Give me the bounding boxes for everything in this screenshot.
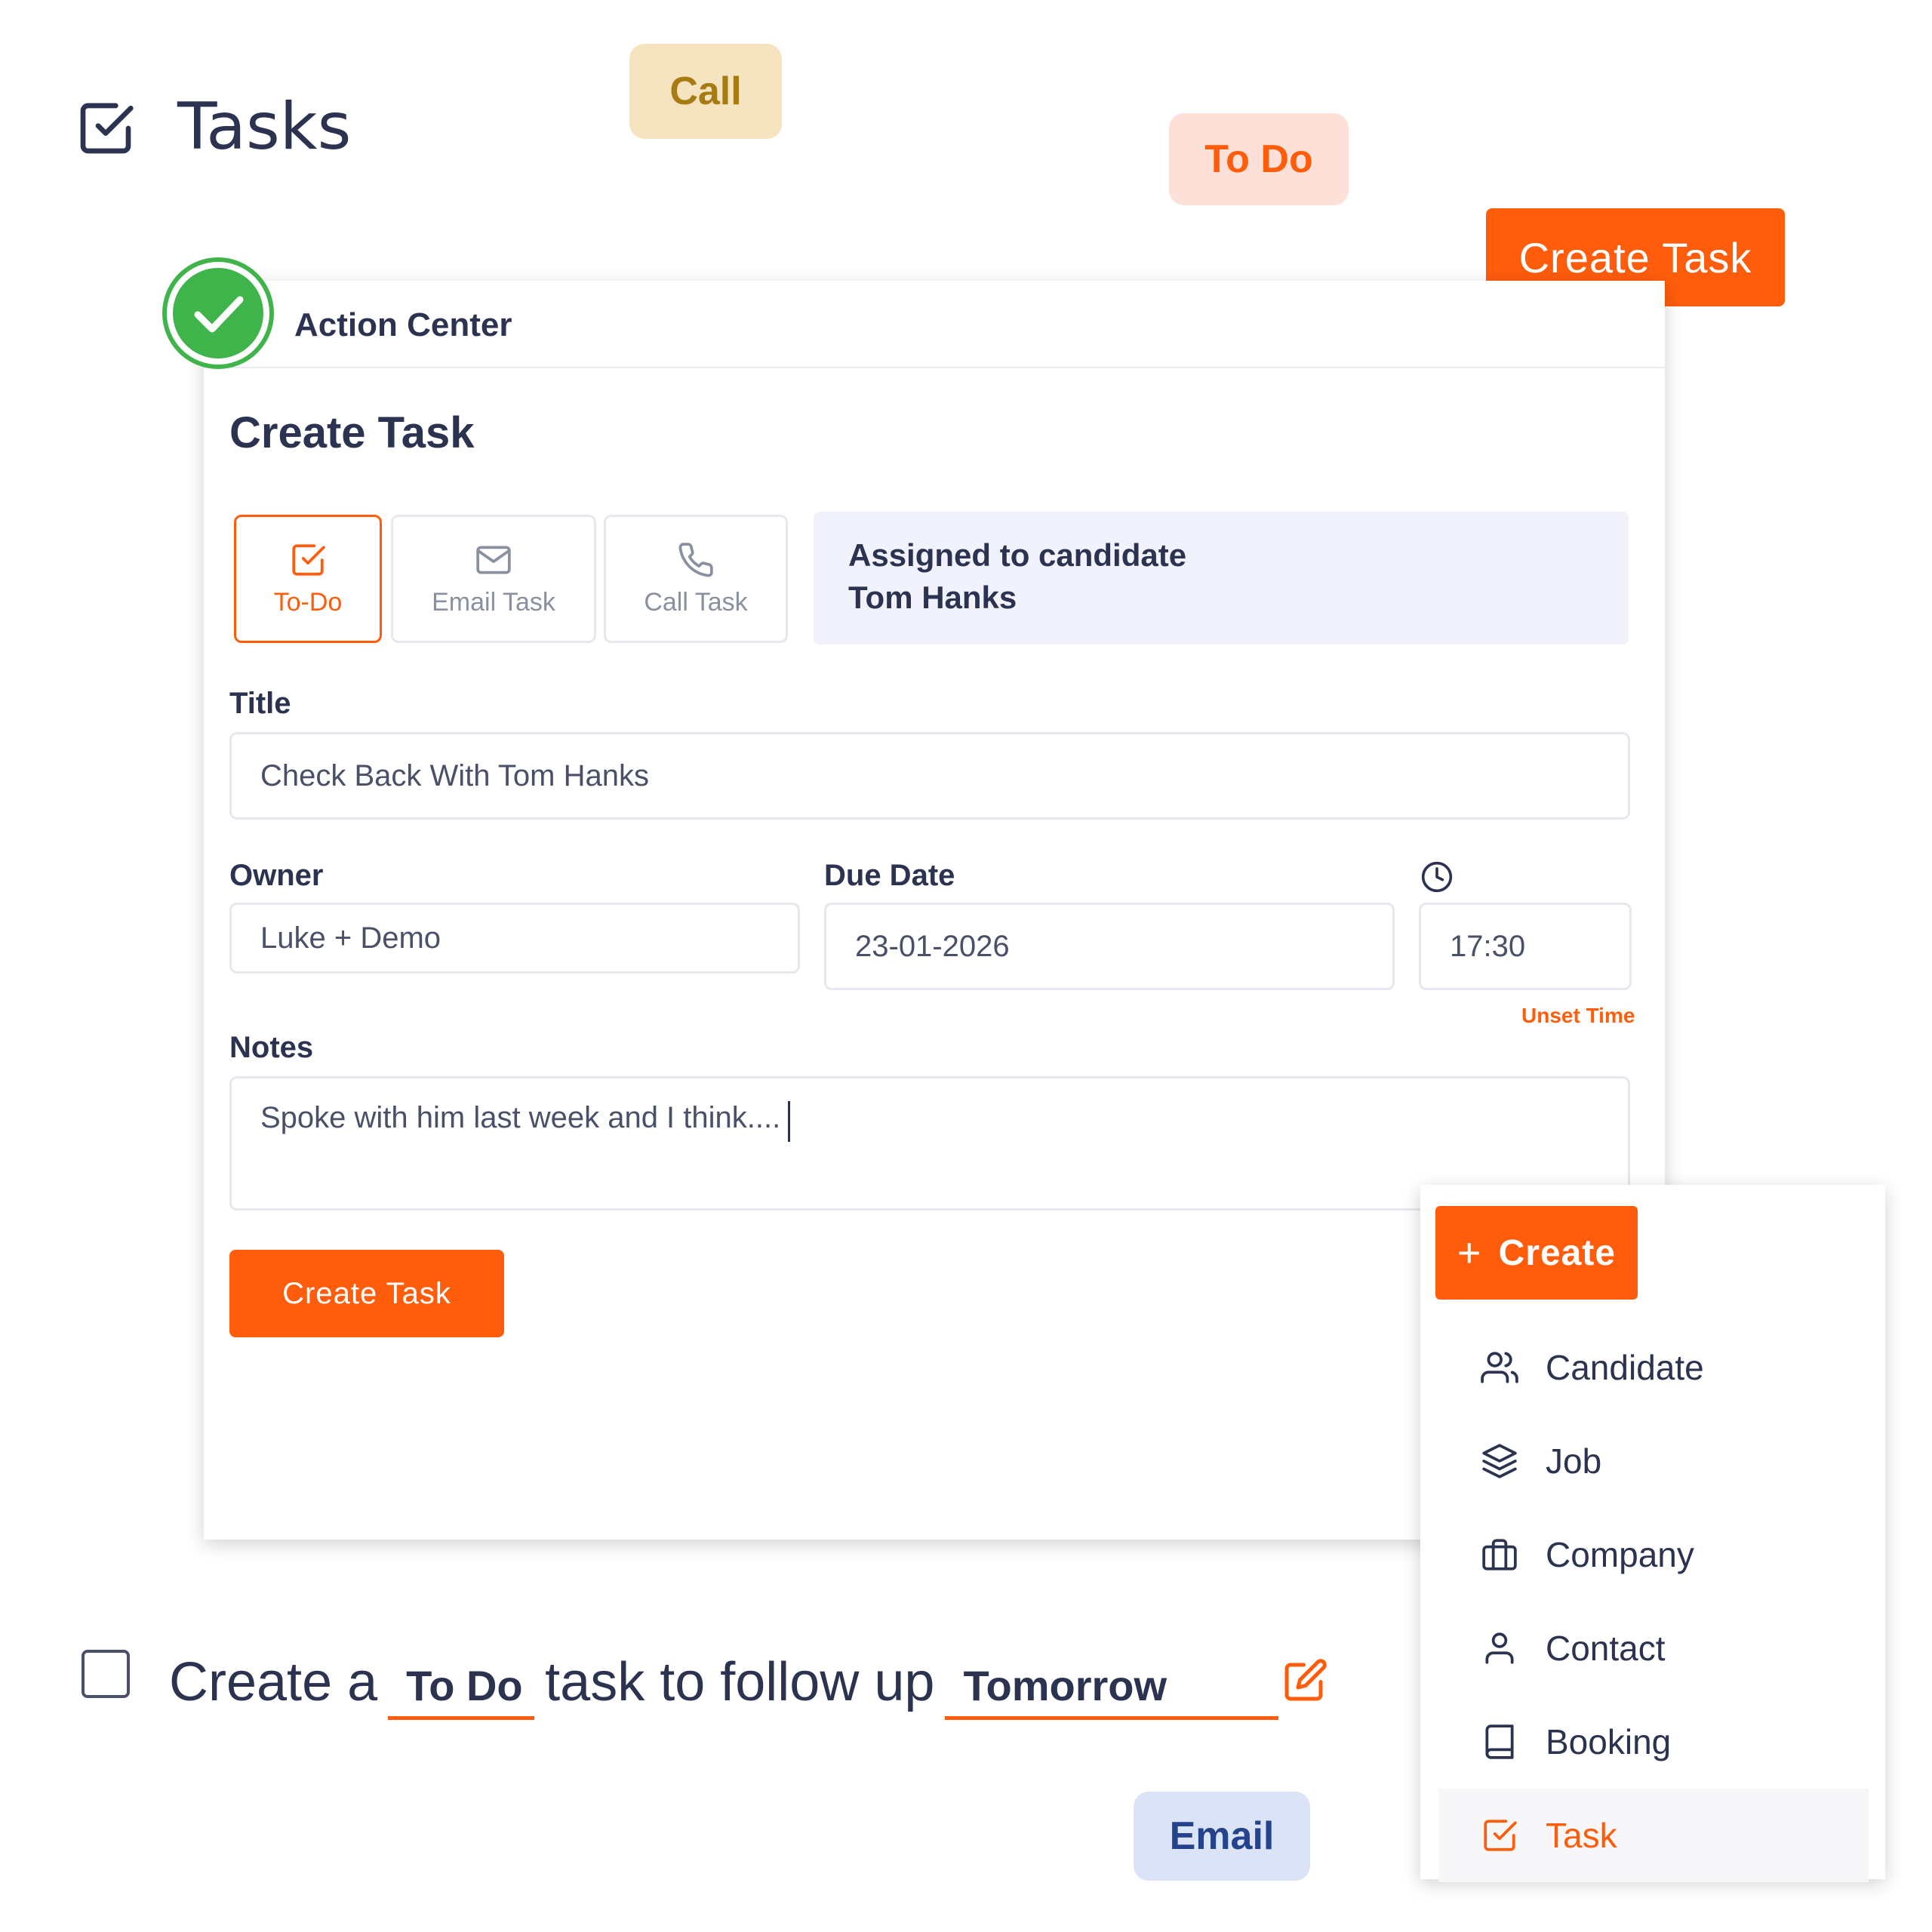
task-type-todo[interactable]: To-Do	[234, 515, 382, 643]
menu-item-contact[interactable]: Contact	[1438, 1601, 1869, 1695]
menu-item-task[interactable]: Task	[1438, 1789, 1869, 1882]
menu-create-label: Create	[1498, 1232, 1616, 1273]
sentence-part: Create a	[169, 1652, 378, 1712]
submit-create-task-button[interactable]: Create Task	[229, 1250, 504, 1337]
menu-item-label: Booking	[1546, 1722, 1672, 1761]
task-type-label: Email Task	[432, 587, 555, 617]
form-title: Create Task	[229, 408, 475, 457]
task-checkbox[interactable]	[82, 1650, 130, 1698]
success-check-icon	[162, 257, 274, 369]
assigned-name: Tom Hanks	[848, 580, 1017, 615]
menu-item-job[interactable]: Job	[1438, 1414, 1869, 1508]
time-input[interactable]: 17:30	[1419, 903, 1632, 990]
clock-icon	[1421, 861, 1453, 893]
assigned-label: Assigned to candidate	[848, 537, 1187, 573]
create-menu: + Create Candidate Job Company Contact B…	[1420, 1185, 1885, 1882]
unset-time-link[interactable]: Unset Time	[1521, 1004, 1635, 1028]
text-caret	[788, 1101, 791, 1142]
menu-item-label: Company	[1546, 1535, 1694, 1574]
title-label: Title	[229, 687, 291, 720]
page-title: Tasks	[177, 89, 352, 165]
users-icon	[1481, 1352, 1518, 1383]
briefcase-icon	[1482, 1539, 1517, 1571]
edit-icon[interactable]	[1283, 1657, 1328, 1703]
menu-create-button[interactable]: + Create	[1435, 1206, 1638, 1300]
notes-text: Spoke with him last week and I think....	[260, 1101, 781, 1134]
task-type-call[interactable]: Call Task	[604, 515, 788, 643]
menu-item-company[interactable]: Company	[1438, 1508, 1869, 1601]
owner-label: Owner	[229, 859, 324, 892]
owner-input[interactable]: Luke + Demo	[229, 903, 800, 974]
task-type-email[interactable]: Email Task	[391, 515, 596, 643]
due-date-label: Due Date	[824, 859, 955, 892]
todo-tag: To Do	[1169, 113, 1349, 205]
task-type-label: Call Task	[644, 587, 748, 617]
menu-item-label: Candidate	[1546, 1348, 1704, 1387]
email-tag: Email	[1134, 1792, 1310, 1881]
layers-icon	[1482, 1444, 1517, 1478]
card-header: Action Center	[204, 281, 1665, 368]
menu-item-booking[interactable]: Booking	[1438, 1695, 1869, 1789]
due-date-input[interactable]: 23-01-2026	[824, 903, 1395, 990]
menu-item-label: Job	[1546, 1441, 1602, 1481]
checkbox-icon	[1484, 1820, 1517, 1851]
task-type-label: To-Do	[273, 587, 343, 617]
follow-up-date-select[interactable]: Tomorrow	[945, 1661, 1279, 1720]
task-type-select[interactable]: To Do	[388, 1661, 535, 1720]
menu-item-candidate[interactable]: Candidate	[1438, 1321, 1869, 1414]
book-icon	[1485, 1724, 1514, 1759]
call-tag: Call	[629, 44, 782, 139]
menu-item-label: Contact	[1546, 1629, 1666, 1668]
checkbox-icon	[80, 103, 134, 154]
plus-icon: +	[1457, 1230, 1482, 1275]
title-input[interactable]: Check Back With Tom Hanks	[229, 732, 1630, 820]
mail-icon	[476, 545, 511, 574]
sentence-part: task to follow up	[545, 1652, 935, 1712]
menu-item-label: Task	[1546, 1816, 1617, 1855]
card-header-title: Action Center	[294, 306, 512, 343]
notes-label: Notes	[229, 1031, 314, 1064]
checkbox-icon	[292, 543, 325, 576]
assigned-info: Assigned to candidate Tom Hanks	[814, 512, 1629, 645]
phone-icon	[678, 542, 713, 577]
user-icon	[1485, 1632, 1514, 1664]
quick-task-sentence: Create a To Do task to follow up Tomorrow	[169, 1651, 1289, 1720]
